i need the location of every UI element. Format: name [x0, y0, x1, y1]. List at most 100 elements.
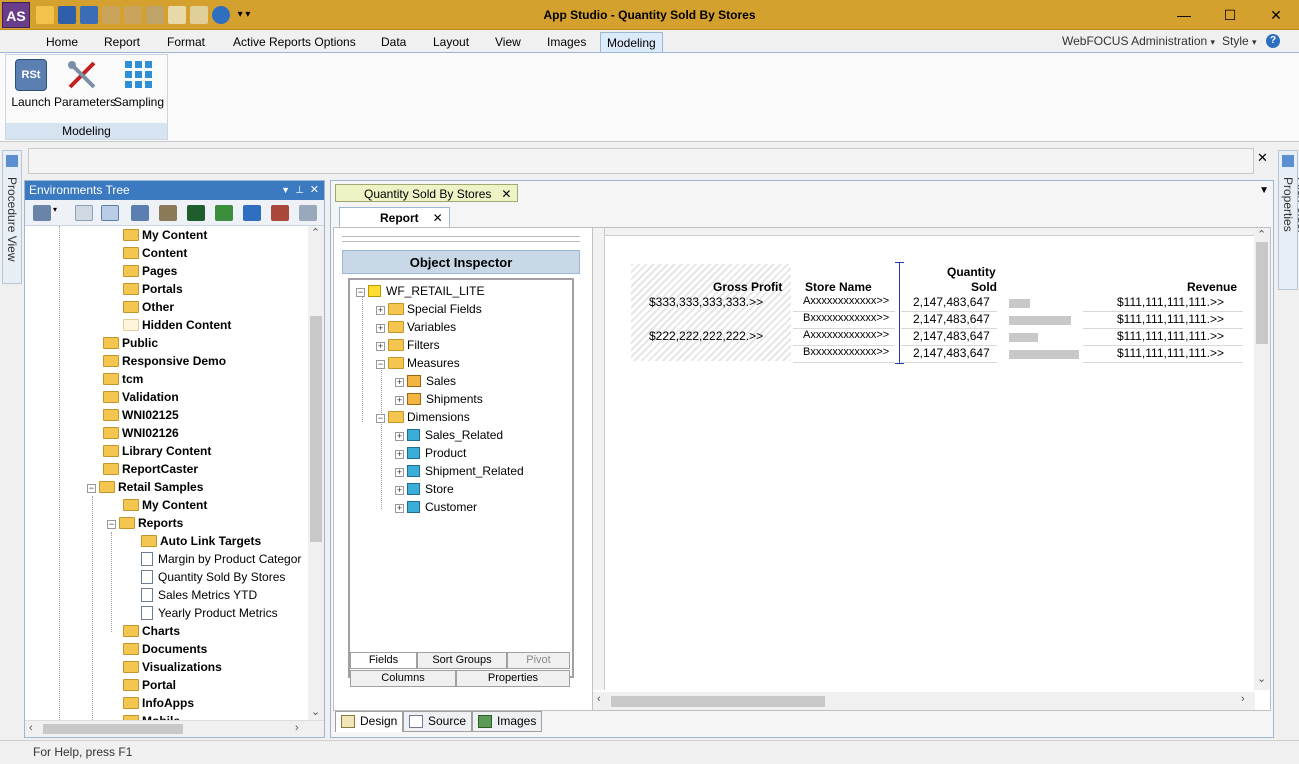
- scroll-thumb[interactable]: [611, 696, 825, 707]
- tree-item[interactable]: Hidden Content: [123, 316, 231, 334]
- hierarchy-icon[interactable]: [131, 205, 149, 221]
- inspector-node[interactable]: + Filters: [376, 336, 440, 354]
- tree-item[interactable]: Portals: [123, 280, 183, 298]
- inspector-node[interactable]: + Special Fields: [376, 300, 482, 318]
- tree-item[interactable]: ReportCaster: [103, 460, 198, 478]
- scroll-up-icon[interactable]: ⌃: [311, 226, 320, 239]
- expand-icon[interactable]: +: [395, 468, 404, 477]
- tree-item[interactable]: Validation: [103, 388, 179, 406]
- help-icon[interactable]: ?: [1266, 34, 1280, 48]
- webfocus-admin-menu[interactable]: WebFOCUS Administration ▾: [1062, 32, 1215, 52]
- expand-icon[interactable]: +: [395, 450, 404, 459]
- tab-pivot[interactable]: Pivot: [507, 652, 570, 669]
- report-canvas[interactable]: ⌃ ⌄ ‹ › Gross Profit Store Name Quantity…: [592, 228, 1270, 710]
- inspector-node[interactable]: + Product: [395, 444, 466, 462]
- cell-revenue[interactable]: $111,111,111,111.>>: [1117, 329, 1224, 343]
- customize-dropdown-icon[interactable]: ▾ ▾: [234, 6, 254, 24]
- header-revenue[interactable]: Revenue: [1187, 280, 1237, 294]
- tab-sort-groups[interactable]: Sort Groups: [417, 652, 507, 669]
- expand-icon[interactable]: +: [395, 486, 404, 495]
- close-strip-icon[interactable]: ✕: [1257, 150, 1268, 166]
- cell-quantity-sold[interactable]: 2,147,483,647: [913, 295, 990, 309]
- tree-item[interactable]: Visualizations: [123, 658, 222, 676]
- close-button[interactable]: ✕: [1253, 0, 1299, 30]
- pin-icon[interactable]: ⊥: [295, 181, 304, 200]
- inspector-node[interactable]: + Store: [395, 480, 454, 498]
- detail-view-icon[interactable]: [101, 205, 119, 221]
- procedure-address-bar[interactable]: [28, 148, 1254, 174]
- panel-menu-icon[interactable]: ▼: [281, 181, 290, 200]
- header-quantity-sold[interactable]: Sold: [971, 280, 997, 294]
- env-tree-horizontal-scrollbar[interactable]: ‹ ›: [25, 720, 324, 737]
- cell-quantity-sold[interactable]: 2,147,483,647: [913, 312, 990, 326]
- tab-images[interactable]: Images: [541, 32, 592, 52]
- cut-icon[interactable]: [146, 6, 164, 24]
- document-tab[interactable]: Quantity Sold By Stores ✕: [335, 184, 519, 203]
- inspector-node[interactable]: + Shipment_Related: [395, 462, 524, 480]
- scroll-right-icon[interactable]: ›: [1241, 693, 1245, 705]
- tree-item[interactable]: Documents: [123, 640, 207, 658]
- canvas-vertical-scrollbar[interactable]: ⌃ ⌄: [1254, 228, 1270, 690]
- env-tree-vertical-scrollbar[interactable]: ⌃ ⌄: [308, 226, 324, 720]
- tab-list-dropdown-icon[interactable]: ▼: [1259, 185, 1269, 196]
- tree-item[interactable]: WNI02126: [103, 424, 179, 442]
- library-icon[interactable]: [271, 205, 289, 221]
- undo-icon[interactable]: [102, 6, 120, 24]
- expand-icon[interactable]: +: [395, 504, 404, 513]
- close-panel-icon[interactable]: ✕: [310, 181, 319, 200]
- scroll-thumb[interactable]: [310, 316, 322, 542]
- inspector-node[interactable]: − Measures: [376, 354, 460, 372]
- tab-view[interactable]: View: [489, 32, 527, 52]
- tree-item[interactable]: Margin by Product Categor: [141, 550, 301, 568]
- sampling-button[interactable]: Sampling: [112, 59, 166, 115]
- tree-item[interactable]: − Retail Samples: [87, 478, 203, 496]
- cell-quantity-sold[interactable]: 2,147,483,647: [913, 329, 990, 343]
- collapse-icon[interactable]: −: [107, 520, 116, 529]
- tree-item[interactable]: Other: [123, 298, 174, 316]
- column-resize-handle[interactable]: [899, 262, 900, 364]
- scroll-thumb[interactable]: [1256, 242, 1268, 344]
- inspector-node[interactable]: − Dimensions: [376, 408, 470, 426]
- image-icon[interactable]: [215, 205, 233, 221]
- inspector-node[interactable]: + Variables: [376, 318, 456, 336]
- header-store-name[interactable]: Store Name: [805, 280, 872, 294]
- inspector-node[interactable]: + Sales: [395, 372, 456, 390]
- collapse-icon[interactable]: −: [376, 414, 385, 423]
- tab-images[interactable]: Images: [472, 711, 542, 732]
- close-tab-icon[interactable]: ✕: [501, 185, 511, 203]
- tree-item[interactable]: Charts: [123, 622, 180, 640]
- cell-store-name[interactable]: Bxxxxxxxxxxxx>>: [803, 312, 889, 324]
- tab-active-reports-options[interactable]: Active Reports Options: [227, 32, 362, 52]
- paste-icon[interactable]: [190, 6, 208, 24]
- redo-icon[interactable]: [124, 6, 142, 24]
- tree-item[interactable]: Public: [103, 334, 158, 352]
- scroll-down-icon[interactable]: ⌄: [311, 705, 320, 718]
- cell-quantity-sold[interactable]: 2,147,483,647: [913, 346, 990, 360]
- tree-item[interactable]: Auto Link Targets: [141, 532, 261, 550]
- app-logo[interactable]: AS: [2, 2, 30, 28]
- list-view-icon[interactable]: [75, 205, 93, 221]
- expand-icon[interactable]: +: [395, 396, 404, 405]
- inspector-root[interactable]: − WF_RETAIL_LITE: [356, 282, 484, 300]
- save-icon[interactable]: [58, 6, 76, 24]
- save-all-icon[interactable]: [80, 6, 98, 24]
- scroll-left-icon[interactable]: ‹: [29, 722, 33, 734]
- scroll-down-icon[interactable]: ⌄: [1257, 672, 1266, 685]
- tree-item[interactable]: Sales Metrics YTD: [141, 586, 257, 604]
- cell-gross-profit[interactable]: $333,333,333,333.>>: [649, 295, 763, 309]
- cell-revenue[interactable]: $111,111,111,111.>>: [1117, 346, 1224, 360]
- scroll-right-icon[interactable]: ›: [295, 722, 299, 734]
- launch-button[interactable]: RSt Launch: [6, 59, 56, 115]
- run-icon[interactable]: [212, 6, 230, 24]
- close-subtab-icon[interactable]: ✕: [433, 208, 443, 228]
- publish-icon[interactable]: [299, 205, 317, 221]
- scroll-up-icon[interactable]: ⌃: [1257, 228, 1266, 241]
- expand-icon[interactable]: +: [395, 432, 404, 441]
- file-folder-properties-tab[interactable]: File/Folder Properties: [1278, 150, 1299, 290]
- tree-item[interactable]: Portal: [123, 676, 176, 694]
- tab-home[interactable]: Home: [40, 32, 84, 52]
- maximize-button[interactable]: ☐: [1207, 0, 1253, 30]
- tree-item[interactable]: Content: [123, 244, 187, 262]
- tree-item[interactable]: Yearly Product Metrics: [141, 604, 278, 622]
- tree-item[interactable]: tcm: [103, 370, 143, 388]
